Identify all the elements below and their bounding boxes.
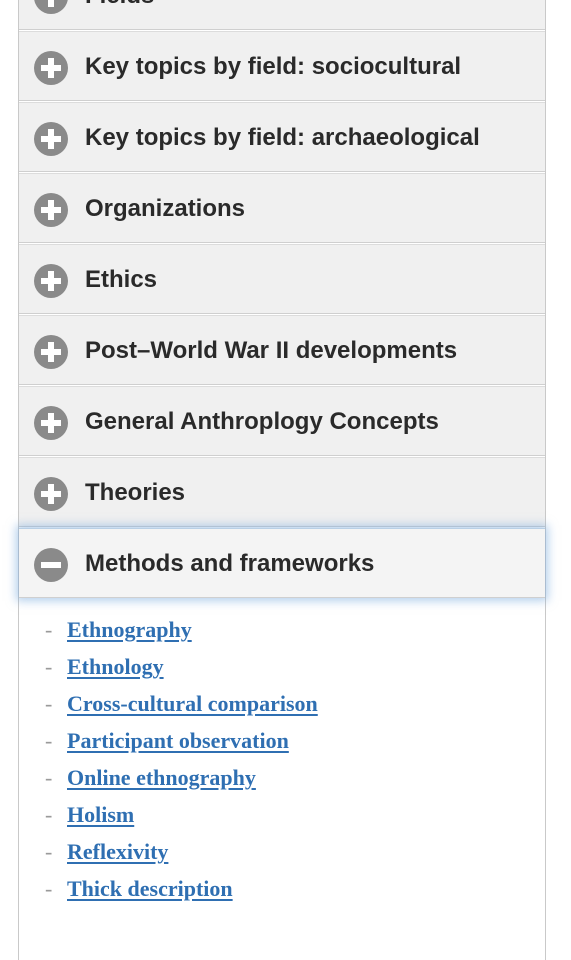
section-header-methods[interactable]: Methods and frameworks [19, 528, 545, 598]
plus-circle-icon [34, 122, 68, 156]
plus-circle-icon [34, 264, 68, 298]
link-cross-cultural-comparison[interactable]: Cross-cultural comparison [67, 691, 318, 716]
section-header-organizations[interactable]: Organizations [19, 173, 545, 243]
section-label: Theories [85, 479, 186, 506]
plus-circle-icon [34, 0, 68, 14]
plus-circle-icon [34, 406, 68, 440]
plus-circle-icon [34, 335, 68, 369]
section-header-key-topics-archaeological[interactable]: Key topics by field: archaeological [19, 102, 545, 172]
list-item: - Online ethnography [45, 765, 256, 790]
section-header-fields[interactable]: Fields [19, 0, 545, 30]
section-label: Key topics by field: sociocultural [85, 53, 462, 80]
section-label: Organizations [85, 195, 246, 222]
methods-content: - Ethnography - Ethnology - Cross-cultural … [19, 600, 545, 960]
plus-circle-icon [34, 51, 68, 85]
section-header-post-wwii[interactable]: Post–World War II developments [19, 315, 545, 385]
navbox-panel: Fields Key topics by field: sociocultura… [18, 0, 546, 960]
section-header-theories[interactable]: Theories [19, 457, 545, 527]
section-label: Methods and frameworks [85, 550, 375, 577]
minus-circle-icon [34, 548, 68, 582]
section-header-general-concepts[interactable]: General Anthroplogy Concepts [19, 386, 545, 456]
section-label: Ethics [85, 266, 158, 293]
section-label: Post–World War II developments [85, 337, 458, 364]
list-item: - Holism [45, 802, 135, 827]
list-item: - Participant observation [45, 728, 289, 753]
link-ethnography[interactable]: Ethnography [67, 617, 192, 642]
section-label: General Anthroplogy Concepts [85, 408, 439, 435]
link-reflexivity[interactable]: Reflexivity [67, 839, 168, 864]
section-label: Fields [85, 0, 525, 31]
link-online-ethnography[interactable]: Online ethnography [67, 765, 256, 790]
list-item: - Cross-cultural comparison [45, 691, 318, 716]
link-thick-description[interactable]: Thick description [67, 876, 233, 901]
list-item: - Ethnology [45, 654, 164, 679]
section-header-key-topics-sociocultural[interactable]: Key topics by field: sociocultural [19, 31, 545, 101]
link-holism[interactable]: Holism [67, 802, 134, 827]
link-ethnology[interactable]: Ethnology [67, 654, 164, 679]
section-label: Key topics by field: archaeological [85, 124, 480, 151]
list-item: - Reflexivity [45, 839, 169, 864]
link-participant-observation[interactable]: Participant observation [67, 728, 289, 753]
list-item: - Ethnography [45, 617, 192, 642]
section-header-ethics[interactable]: Ethics [19, 244, 545, 314]
plus-circle-icon [34, 477, 68, 511]
plus-circle-icon [34, 193, 68, 227]
